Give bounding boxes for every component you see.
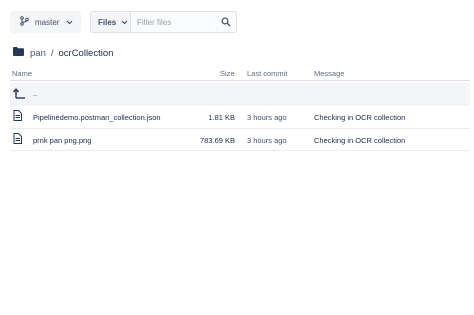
file-name-link[interactable]: Pipelinedemo.postman_collection.json	[33, 113, 161, 122]
filter-files-input[interactable]	[137, 13, 225, 31]
file-icon	[13, 132, 22, 146]
parent-directory-row[interactable]: ..	[10, 83, 470, 106]
file-last-commit: 3 hours ago	[247, 135, 287, 145]
table-header: Name Size Last commit Message	[10, 66, 470, 81]
files-label: Files	[98, 17, 117, 27]
branch-icon	[20, 16, 29, 28]
branch-selector-button[interactable]: master	[10, 11, 81, 33]
table-row[interactable]: prnk pan png.png 783.69 KB 3 hours ago C…	[10, 129, 470, 151]
file-commit-message[interactable]: Checking in OCR collection	[314, 113, 405, 122]
file-size: 783.69 KB	[199, 135, 235, 145]
files-filter-group: Files	[90, 11, 237, 33]
toolbar: master	[10, 11, 81, 33]
chevron-down-icon	[66, 18, 73, 27]
level-up-icon	[12, 88, 26, 101]
file-icon	[13, 110, 22, 123]
file-commit-message[interactable]: Checking in OCR collection	[314, 136, 405, 145]
breadcrumb-root-link[interactable]: pan	[30, 48, 46, 59]
column-header-size[interactable]: Size	[220, 69, 235, 78]
breadcrumb-separator: /	[50, 47, 54, 59]
folder-icon	[13, 47, 24, 59]
file-last-commit: 3 hours ago	[247, 113, 287, 122]
table-row[interactable]: Pipelinedemo.postman_collection.json 1.8…	[10, 106, 470, 129]
column-header-last-commit[interactable]: Last commit	[247, 69, 287, 78]
file-table: Name Size Last commit Message .. Pipelin…	[10, 66, 470, 151]
file-name-link[interactable]: prnk pan png.png	[33, 136, 91, 145]
chevron-down-icon	[121, 18, 128, 27]
column-header-message[interactable]: Message	[314, 69, 344, 78]
branch-label: master	[35, 17, 60, 27]
file-size: 1.81 KB	[208, 113, 235, 122]
breadcrumb-current: ocrCollection	[58, 47, 114, 59]
breadcrumb: pan / ocrCollection	[13, 46, 113, 60]
files-dropdown-button[interactable]: Files	[91, 12, 131, 32]
search-icon[interactable]	[221, 17, 231, 29]
column-header-name[interactable]: Name	[12, 69, 32, 78]
parent-directory-label[interactable]: ..	[33, 89, 37, 98]
